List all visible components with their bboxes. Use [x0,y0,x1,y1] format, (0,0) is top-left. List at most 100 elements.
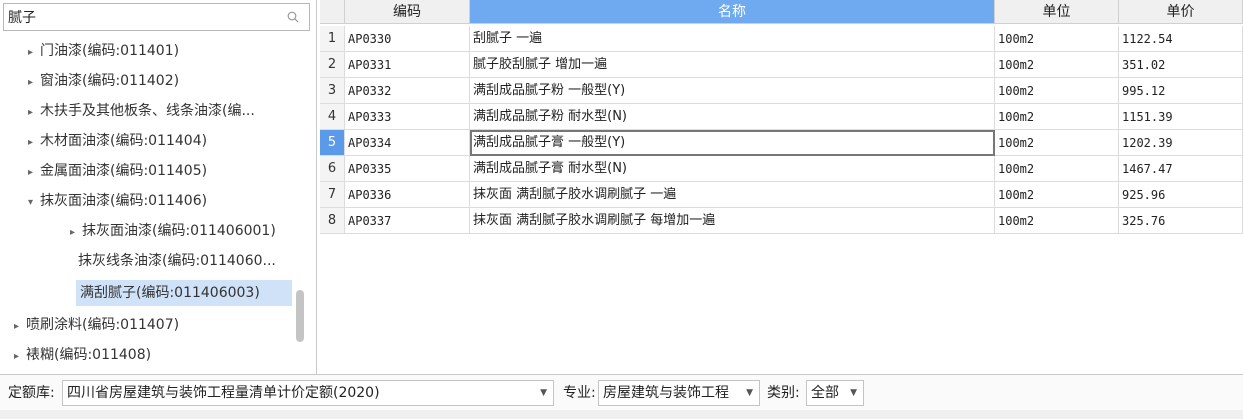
table-row[interactable]: 4 AP0333 满刮成品腻子粉 耐水型(N) 100m2 1151.39 [320,104,1243,130]
row-number: 6 [320,156,345,182]
table-row[interactable]: 6 AP0335 满刮成品腻子膏 耐水型(N) 100m2 1467.47 [320,156,1243,182]
tree-item-label: 抹灰面油漆(编码:011406001) [82,223,276,239]
row-number: 7 [320,182,345,208]
tree-item-label: 喷刷涂料(编码:011407) [26,317,180,333]
cell-unit[interactable]: 100m2 [995,78,1119,104]
tree-item-metal-surface-paint[interactable]: ▸ 金属面油漆(编码:011405) [28,158,207,184]
cell-name[interactable]: 满刮成品腻子粉 一般型(Y) [470,78,995,104]
tree-item-spray-coating[interactable]: ▸ 喷刷涂料(编码:011407) [14,312,179,338]
cell-price[interactable]: 1151.39 [1119,104,1243,130]
row-number: 2 [320,52,345,78]
cell-unit[interactable]: 100m2 [995,26,1119,52]
cell-unit[interactable]: 100m2 [995,156,1119,182]
expand-arrow-icon[interactable]: ▸ [70,220,82,246]
tree-item-label: 金属面油漆(编码:011405) [40,163,208,179]
quota-grid: 编码 名称 单位 单价 1 AP0330 刮腻子 一遍 100m2 1122.5… [320,0,1243,374]
category-tree: ▸ 门油漆(编码:011401) ▸ 窗油漆(编码:011402) ▸ 木扶手及其他板… [4,36,294,372]
tree-item-window-paint[interactable]: ▸ 窗油漆(编码:011402) [28,68,179,94]
header-price[interactable]: 单价 [1119,0,1243,24]
tree-item-wallpaper[interactable]: ▸ 裱糊(编码:011408) [14,342,151,368]
tree-item-plaster-surface-paint-sub[interactable]: ▸ 抹灰面油漆(编码:011406001) [70,218,276,244]
row-number: 3 [320,78,345,104]
quota-library-label: 定额库: [8,385,55,401]
category-value: 全部 [811,385,839,401]
cell-price[interactable]: 325.76 [1119,208,1243,234]
cell-price[interactable]: 925.96 [1119,182,1243,208]
expand-arrow-icon[interactable]: ▸ [14,344,26,370]
expand-arrow-icon[interactable]: ▸ [28,130,40,156]
cell-code[interactable]: AP0337 [345,208,470,234]
expand-arrow-icon[interactable]: ▸ [28,70,40,96]
header-name[interactable]: 名称 [470,0,995,24]
tree-item-label: 满刮腻子(编码:011406003) [80,285,260,301]
row-number: 8 [320,208,345,234]
cell-name[interactable]: 刮腻子 一遍 [470,26,995,52]
tree-item-label: 门油漆(编码:011401) [40,43,180,59]
cell-code[interactable]: AP0331 [345,52,470,78]
search-box[interactable] [3,3,310,31]
quota-library-select[interactable]: 四川省房屋建筑与装饰工程量清单计价定额(2020) ▼ [62,380,554,406]
cell-name[interactable]: 抹灰面 满刮腻子胶水调刷腻子 一遍 [470,182,995,208]
cell-code[interactable]: AP0330 [345,26,470,52]
cell-unit[interactable]: 100m2 [995,130,1119,156]
cell-unit[interactable]: 100m2 [995,208,1119,234]
chevron-down-icon[interactable]: ▼ [746,381,753,405]
header-unit[interactable]: 单位 [995,0,1119,24]
expand-arrow-icon[interactable]: ▸ [28,100,40,126]
chevron-down-icon[interactable]: ▼ [850,381,857,405]
tree-item-handrail-paint[interactable]: ▸ 木扶手及其他板条、线条油漆(编... [28,98,255,124]
major-label: 专业: [563,385,596,401]
cell-name[interactable]: 满刮成品腻子粉 耐水型(N) [470,104,995,130]
quota-library-value: 四川省房屋建筑与装饰工程量清单计价定额(2020) [67,385,380,401]
header-code[interactable]: 编码 [345,0,470,24]
category-label: 类别: [767,385,800,401]
expand-arrow-icon[interactable]: ▸ [14,314,26,340]
cell-price[interactable]: 1202.39 [1119,130,1243,156]
cell-code[interactable]: AP0333 [345,104,470,130]
table-row[interactable]: 2 AP0331 腻子胶刮腻子 增加一遍 100m2 351.02 [320,52,1243,78]
search-input[interactable] [4,4,274,30]
cell-unit[interactable]: 100m2 [995,104,1119,130]
tree-item-label: 抹灰线条油漆(编码:0114060... [78,253,276,269]
cell-name[interactable]: 满刮成品腻子膏 耐水型(N) [470,156,995,182]
cell-unit[interactable]: 100m2 [995,52,1119,78]
cell-price[interactable]: 995.12 [1119,78,1243,104]
cell-price[interactable]: 1467.47 [1119,156,1243,182]
collapse-arrow-icon[interactable]: ▾ [28,190,40,216]
cell-name-focused[interactable]: 满刮成品腻子膏 一般型(Y) [470,130,995,156]
expand-arrow-icon[interactable]: ▸ [28,40,40,66]
cell-code[interactable]: AP0335 [345,156,470,182]
tree-item-label: 木材面油漆(编码:011404) [40,133,208,149]
left-panel: ▸门油漆(编码:011401) ▸窗油漆(编码:011402) ▸木扶手及其他板… [0,0,317,374]
tree-item-wood-surface-paint[interactable]: ▸ 木材面油漆(编码:011404) [28,128,207,154]
cell-price[interactable]: 351.02 [1119,52,1243,78]
tree-item-label: 抹灰面油漆(编码:011406) [40,193,208,209]
tree-item-door-paint[interactable]: ▸ 门油漆(编码:011401) [28,38,179,64]
table-row[interactable]: 7 AP0336 抹灰面 满刮腻子胶水调刷腻子 一遍 100m2 925.96 [320,182,1243,208]
tree-scrollbar[interactable] [296,290,304,342]
tree-item-plaster-surface-paint[interactable]: ▾ 抹灰面油漆(编码:011406) [28,188,207,214]
expand-arrow-icon[interactable]: ▸ [28,160,40,186]
tree-item-plaster-line-paint[interactable]: 抹灰线条油漆(编码:0114060... [78,248,276,274]
status-strip [0,410,1243,419]
major-select[interactable]: 房屋建筑与装饰工程 ▼ [598,380,760,406]
tree-item-label: 木扶手及其他板条、线条油漆(编... [40,103,255,119]
table-row[interactable]: 8 AP0337 抹灰面 满刮腻子胶水调刷腻子 每增加一遍 100m2 325.… [320,208,1243,234]
cell-name[interactable]: 腻子胶刮腻子 增加一遍 [470,52,995,78]
cell-code[interactable]: AP0336 [345,182,470,208]
row-number: 1 [320,26,345,52]
category-select[interactable]: 全部 ▼ [806,380,864,406]
filter-bar: 定额库: 四川省房屋建筑与装饰工程量清单计价定额(2020) ▼ 专业: 房屋建… [0,374,1243,410]
cell-code[interactable]: AP0332 [345,78,470,104]
cell-code[interactable]: AP0334 [345,130,470,156]
tree-item-label: 裱糊(编码:011408) [26,347,152,363]
tree-item-full-putty[interactable]: 满刮腻子(编码:011406003) [76,280,292,306]
cell-price[interactable]: 1122.54 [1119,26,1243,52]
cell-unit[interactable]: 100m2 [995,182,1119,208]
table-row-current[interactable]: 5 AP0334 满刮成品腻子膏 一般型(Y) 100m2 1202.39 [320,130,1243,156]
table-row[interactable]: 3 AP0332 满刮成品腻子粉 一般型(Y) 100m2 995.12 [320,78,1243,104]
table-row[interactable]: 1 AP0330 刮腻子 一遍 100m2 1122.54 [320,26,1243,52]
cell-name[interactable]: 抹灰面 满刮腻子胶水调刷腻子 每增加一遍 [470,208,995,234]
search-icon[interactable] [287,11,299,23]
chevron-down-icon[interactable]: ▼ [540,381,547,405]
